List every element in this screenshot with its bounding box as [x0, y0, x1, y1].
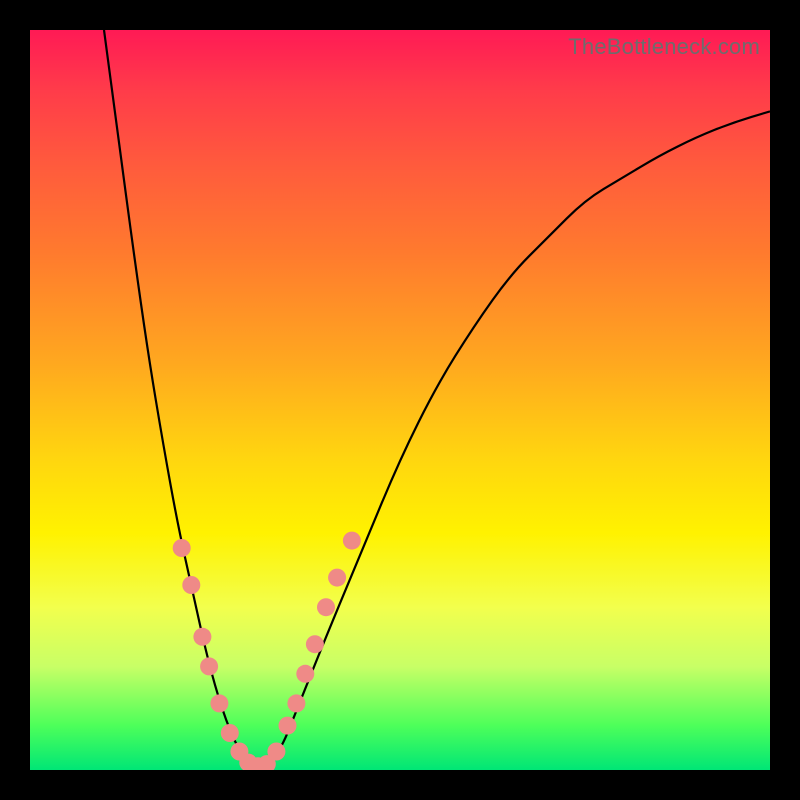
sample-dot [267, 743, 285, 761]
sample-dot [328, 569, 346, 587]
sample-dot [200, 657, 218, 675]
plot-area: TheBottleneck.com [30, 30, 770, 770]
chart-svg [30, 30, 770, 770]
sample-dot [182, 576, 200, 594]
sample-dot [317, 598, 335, 616]
sample-dot [287, 694, 305, 712]
sample-dot [306, 635, 324, 653]
sample-dot [279, 717, 297, 735]
sample-dots-group [173, 532, 361, 770]
sample-dot [210, 694, 228, 712]
sample-dot [343, 532, 361, 550]
sample-dot [173, 539, 191, 557]
bottleneck-curve [104, 30, 770, 766]
chart-frame: TheBottleneck.com [0, 0, 800, 800]
sample-dot [221, 724, 239, 742]
sample-dot [296, 665, 314, 683]
sample-dot [193, 628, 211, 646]
